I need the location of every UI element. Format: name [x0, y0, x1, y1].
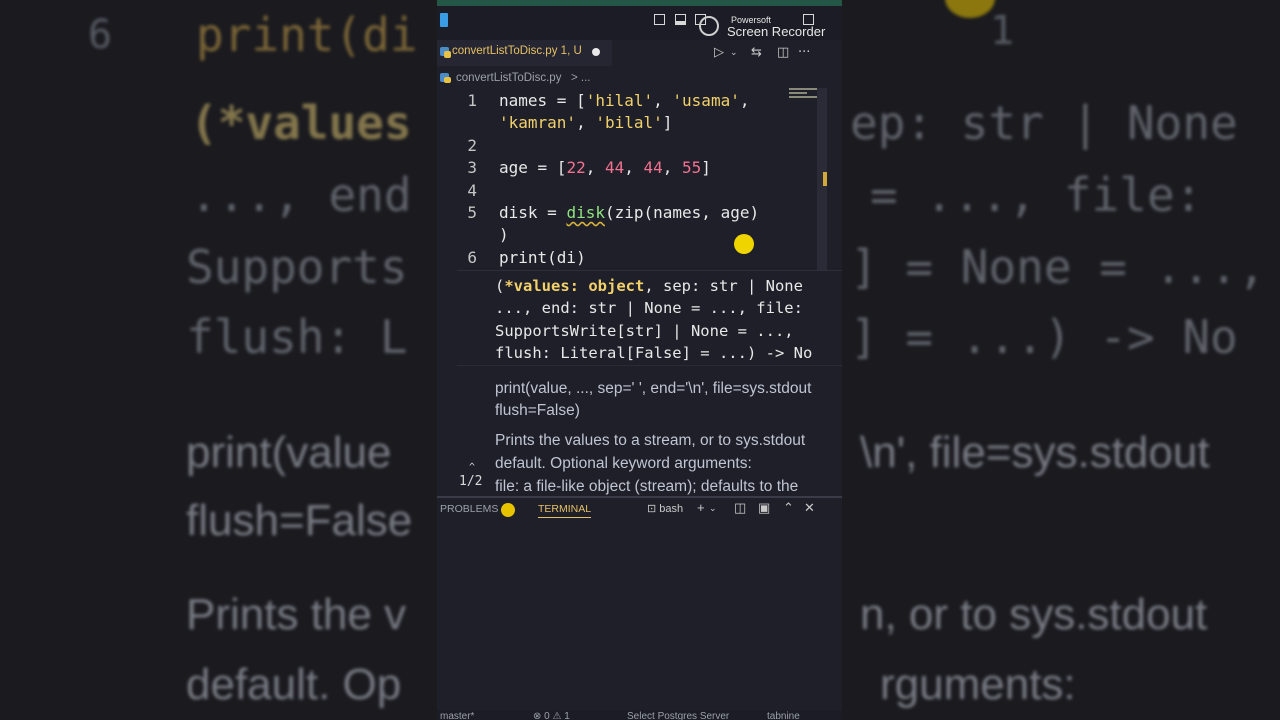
- open-changes-icon[interactable]: ⇆: [751, 45, 762, 60]
- minimap[interactable]: [789, 88, 817, 102]
- bg-code-line: print(di: [196, 8, 418, 62]
- trash-icon[interactable]: ▣: [758, 500, 770, 516]
- breadcrumb-tail[interactable]: > ...: [571, 72, 591, 84]
- signature-line: SupportsWrite[str] | None = ...,: [495, 322, 794, 340]
- signature-line: ..., end: str | None = ..., file:: [495, 299, 803, 317]
- code-line-6: print(di): [499, 248, 586, 267]
- status-problems[interactable]: ⊗ 0 ⚠ 1: [533, 711, 570, 720]
- chevron-down-icon[interactable]: ⌄: [709, 503, 717, 514]
- panel-tab-bar: PROBLEMS TERMINAL ⊡ bash + ⌄ ◫ ▣ ⌃ ✕: [437, 496, 842, 522]
- code-line-1: names = ['hilal', 'usama',: [499, 91, 750, 110]
- bg-code-right: ep: str | None: [850, 96, 1238, 150]
- unsaved-dot-icon[interactable]: [592, 48, 600, 56]
- bg-right-number: 1: [990, 8, 1015, 54]
- split-editor-icon[interactable]: ◫: [777, 45, 789, 60]
- breadcrumb-file[interactable]: convertListToDisc.py: [456, 72, 561, 84]
- bg-code-line: ..., end: [190, 168, 412, 222]
- close-panel-icon[interactable]: ✕: [804, 500, 815, 516]
- vscode-logo-icon: [440, 13, 448, 27]
- maximize-panel-icon[interactable]: ⌃: [783, 500, 794, 516]
- split-terminal-icon[interactable]: ◫: [734, 500, 746, 516]
- scrollbar-warning-marker: [823, 172, 827, 186]
- tab-filename: convertListToDisc.py: [452, 45, 558, 57]
- bg-code-right: ] = None = ...,: [850, 240, 1266, 294]
- code-line-3: age = [22, 44, 44, 55]: [499, 158, 711, 177]
- bg-code-line: (*values: [190, 96, 412, 150]
- chevron-down-icon[interactable]: ⌄: [730, 48, 738, 58]
- status-db-server[interactable]: Select Postgres Server: [627, 711, 729, 720]
- signature-line: flush: Literal[False] = ...) -> No: [495, 344, 813, 362]
- title-bar: Powersoft Screen Recorder: [437, 0, 842, 40]
- line-number: 2: [467, 136, 477, 155]
- line-number: 1: [467, 91, 477, 110]
- bg-code-right: ] = ...) -> No: [850, 310, 1238, 364]
- bg-code-right: = ..., file:: [870, 168, 1203, 222]
- bg-code-line: Supports: [186, 240, 408, 294]
- status-bar: master* ⊗ 0 ⚠ 1 Select Postgres Server t…: [437, 710, 842, 720]
- terminal-area[interactable]: [437, 520, 842, 710]
- toggle-sidebar-icon[interactable]: [654, 14, 665, 25]
- bg-doc-line: Prints the v: [186, 590, 407, 639]
- bg-doc-line: rguments:: [880, 660, 1076, 709]
- vscode-window: Powersoft Screen Recorder convertListToD…: [437, 0, 842, 720]
- code-editor[interactable]: 1 2 3 4 5 6 names = ['hilal', 'usama', '…: [437, 88, 842, 270]
- doc-line: file: a file-like object (stream); defau…: [495, 478, 799, 495]
- status-branch[interactable]: master*: [440, 711, 474, 720]
- run-python-icon[interactable]: ▷: [714, 45, 724, 60]
- bg-doc-line: print(value: [186, 428, 392, 477]
- doc-line: flush=False): [495, 402, 580, 419]
- more-actions-icon[interactable]: ···: [798, 45, 810, 60]
- terminal-shell-selector[interactable]: ⊡ bash: [647, 502, 683, 515]
- tab-bar: convertListToDisc.py 1, U ▷ ⌄ ⇆ ◫ ···: [437, 40, 842, 66]
- status-tabnine[interactable]: tabnine: [767, 711, 800, 720]
- bg-doc-line: flush=False: [186, 496, 413, 545]
- recorder-name: Screen Recorder: [727, 24, 826, 39]
- terminal-icon: ⊡: [647, 503, 660, 515]
- toggle-panel-icon[interactable]: [675, 14, 686, 25]
- bg-code-line: flush: L: [186, 310, 408, 364]
- code-line-5: disk = disk(zip(names, age): [499, 203, 760, 222]
- bg-line-number: 6: [88, 12, 113, 58]
- line-number: 4: [467, 181, 477, 200]
- tab-problems[interactable]: PROBLEMS: [440, 503, 498, 515]
- mouse-highlight: [734, 234, 754, 254]
- doc-line: Prints the values to a stream, or to sys…: [495, 432, 806, 449]
- line-number: 3: [467, 158, 477, 177]
- signature-line: (*values: object, sep: str | None: [495, 277, 803, 295]
- bg-doc-line: n, or to sys.stdout: [860, 590, 1208, 639]
- new-terminal-icon[interactable]: +: [697, 500, 705, 515]
- bg-doc-line: \n', file=sys.stdout: [860, 428, 1210, 477]
- tab-terminal[interactable]: TERMINAL: [538, 503, 592, 518]
- overload-counter[interactable]: ^ 1/2: [459, 462, 482, 489]
- line-number: 5: [467, 203, 477, 222]
- recorder-logo-icon: [699, 16, 719, 36]
- chevron-up-icon[interactable]: ^: [469, 462, 475, 473]
- signature-help-popup: (*values: object, sep: str | None ..., e…: [457, 270, 842, 497]
- code-line-5-wrap: ): [499, 225, 509, 244]
- problems-count-badge: [501, 503, 515, 517]
- bg-doc-line: default. Op: [186, 660, 402, 709]
- bg-cursor-highlight: [945, 0, 995, 18]
- doc-line: print(value, ..., sep=' ', end='\n', fil…: [495, 380, 812, 397]
- tab-convertlisttodisc[interactable]: convertListToDisc.py 1, U: [437, 40, 612, 66]
- breadcrumb: convertListToDisc.py > ...: [437, 69, 842, 89]
- code-line-1-wrap: 'kamran', 'bilal']: [499, 113, 673, 132]
- tab-status-badge: 1, U: [560, 45, 582, 57]
- line-number: 6: [467, 248, 477, 267]
- doc-line: default. Optional keyword arguments:: [495, 455, 752, 472]
